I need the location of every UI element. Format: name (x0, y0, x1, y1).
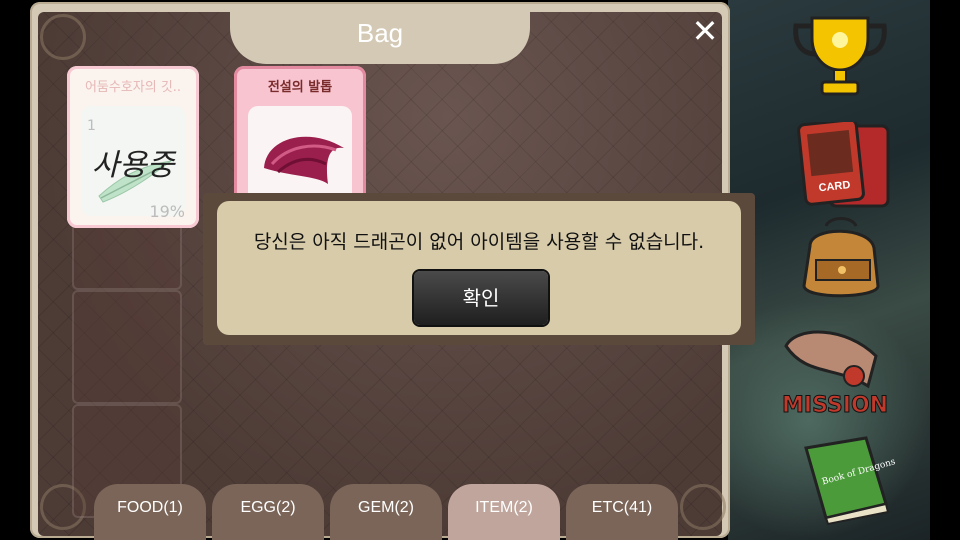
tab-egg[interactable]: EGG(2) (212, 484, 324, 540)
game-screen: Bag ✕ 어둠수호자의 깃.. 1 사용중 19% 전설의 발톱 당신은 아직… (0, 0, 960, 540)
backpack-button[interactable] (790, 216, 890, 310)
item-percent: 19% (149, 202, 185, 221)
mission-label: MISSION (782, 393, 888, 418)
inventory-slot (72, 290, 182, 404)
item-quantity: 1 (87, 118, 96, 134)
mission-scroll-icon: MISSION (782, 330, 889, 419)
close-button[interactable]: ✕ (688, 14, 722, 48)
corner-ornament (680, 484, 726, 530)
tab-food[interactable]: FOOD(1) (94, 484, 206, 540)
backpack-icon (802, 217, 880, 298)
trophy-button[interactable] (790, 14, 890, 102)
book-icon: Book of Dragons (804, 436, 897, 526)
item-name: 전설의 발톱 (267, 80, 333, 95)
dialog-panel: 당신은 아직 드래곤이 없어 아이템을 사용할 수 없습니다. 확인 (217, 201, 741, 335)
card-button[interactable]: CARD (796, 118, 896, 218)
bag-title: Bag (356, 18, 404, 48)
book-of-dragons-button[interactable]: Book of Dragons (796, 434, 897, 530)
screen-edge (930, 0, 960, 540)
tab-item[interactable]: ITEM(2) (448, 484, 560, 540)
item-name: 어둠수호자의 깃.. (84, 80, 182, 95)
mission-button[interactable]: MISSION (776, 326, 910, 426)
in-use-label: 사용중 (91, 148, 175, 183)
alert-dialog: 당신은 아직 드래곤이 없어 아이템을 사용할 수 없습니다. 확인 (203, 193, 755, 345)
trophy-icon (793, 16, 887, 96)
tab-etc[interactable]: ETC(41) (566, 484, 678, 540)
corner-ornament (40, 14, 86, 60)
item-card-dark-guardian-feather[interactable]: 어둠수호자의 깃.. 1 사용중 19% (67, 66, 199, 228)
cards-icon: CARD (797, 118, 890, 208)
confirm-button[interactable]: 확인 (414, 271, 548, 325)
tab-gem[interactable]: GEM(2) (330, 484, 442, 540)
dialog-message: 당신은 아직 드래곤이 없어 아이템을 사용할 수 없습니다. (253, 231, 705, 253)
